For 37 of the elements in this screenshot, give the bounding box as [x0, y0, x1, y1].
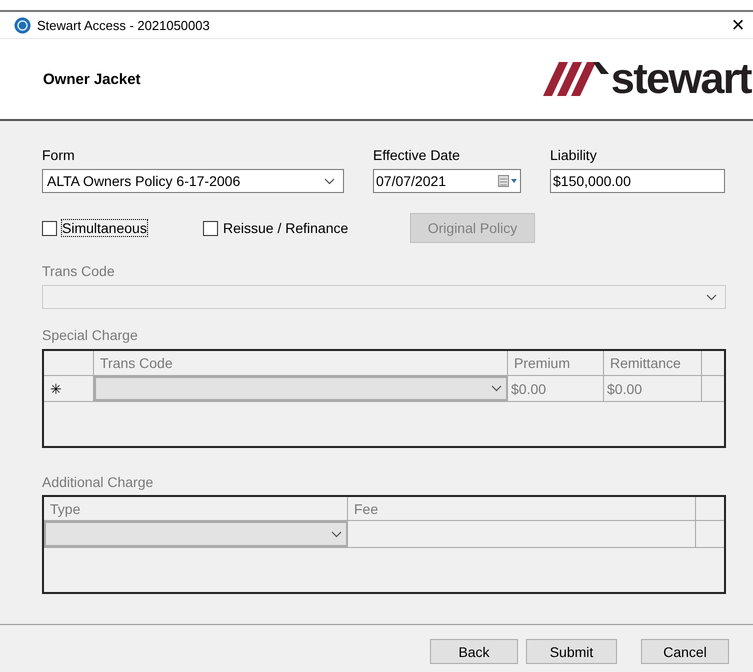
- liability-field[interactable]: $150,000.00: [550, 169, 725, 193]
- checkbox-label: Reissue / Refinance: [223, 220, 348, 236]
- footer-button[interactable]: Submit: [526, 639, 617, 664]
- trans-code-dropdown[interactable]: [42, 285, 726, 309]
- section-label: Special Charge: [42, 327, 138, 343]
- type-cell-dropdown[interactable]: [44, 521, 348, 547]
- column-header: Fee: [348, 497, 696, 520]
- checkbox-label: Simultaneous: [62, 220, 147, 236]
- checkbox[interactable]: [203, 220, 218, 236]
- date-picker[interactable]: 07/07/2021: [373, 169, 521, 193]
- logo-text: stewart: [610, 58, 751, 100]
- chevron-down-icon: [491, 385, 502, 392]
- window-title: Stewart Access - 2021050003: [37, 18, 211, 32]
- column-header: Premium: [508, 351, 604, 375]
- footer-button[interactable]: Back: [430, 639, 518, 664]
- table-cell: $0.00: [604, 376, 702, 401]
- field-label: Form: [42, 147, 76, 163]
- field-label: Liability: [550, 147, 598, 163]
- close-button[interactable]: ×: [723, 14, 753, 36]
- table-cell: $0.00: [508, 376, 604, 401]
- column-header: Trans Code: [94, 351, 508, 375]
- trans-code-cell-dropdown[interactable]: [94, 376, 508, 401]
- calendar-icon: [498, 175, 518, 187]
- column-header: Remittance: [604, 351, 702, 375]
- chevron-down-icon: [331, 530, 342, 538]
- field-label: Effective Date: [373, 147, 461, 163]
- column-header: Type: [44, 497, 348, 520]
- footer-button[interactable]: Cancel: [641, 639, 729, 664]
- form-dropdown[interactable]: ALTA Owners Policy 6-17-2006: [42, 169, 344, 193]
- chevron-down-icon: [324, 178, 335, 184]
- chevron-down-icon: [706, 294, 717, 300]
- field-label: Trans Code: [42, 263, 116, 279]
- checkbox[interactable]: [42, 220, 57, 236]
- section-label: Additional Charge: [42, 474, 154, 490]
- page-title: Owner Jacket: [43, 70, 141, 88]
- slashes-logo-icon: [542, 62, 609, 96]
- app-icon: [14, 16, 31, 34]
